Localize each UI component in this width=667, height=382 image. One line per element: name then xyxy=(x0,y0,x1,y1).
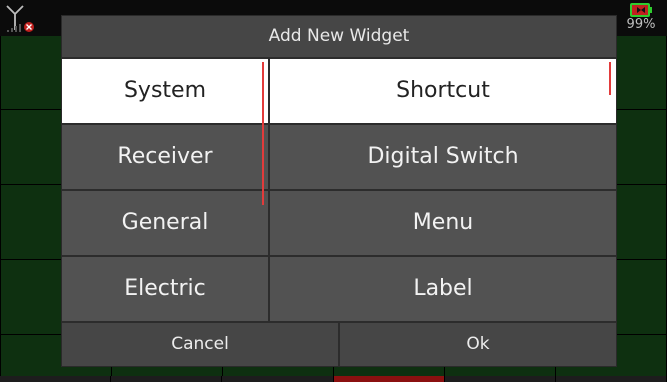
widget-scrollbar[interactable] xyxy=(609,62,611,95)
category-item-receiver[interactable]: Receiver xyxy=(62,125,270,189)
widget-row: General Menu xyxy=(62,189,616,255)
category-scrollbar[interactable] xyxy=(262,62,264,205)
dialog-footer: Cancel Ok xyxy=(62,321,616,366)
category-item-system[interactable]: System xyxy=(62,59,270,123)
category-item-electric[interactable]: Electric xyxy=(62,257,270,321)
home-screen-bottom-bar xyxy=(0,376,667,382)
category-item-general[interactable]: General xyxy=(62,191,270,255)
widget-item-menu[interactable]: Menu xyxy=(270,191,616,255)
battery-percent: 99% xyxy=(626,17,656,32)
ok-button[interactable]: Ok xyxy=(340,323,616,366)
cancel-button[interactable]: Cancel xyxy=(62,323,340,366)
dialog-title: Add New Widget xyxy=(62,16,616,57)
widget-row: Receiver Digital Switch xyxy=(62,123,616,189)
battery-indicator: 99% xyxy=(621,3,661,33)
widget-row: System Shortcut xyxy=(62,57,616,123)
add-widget-dialog: Add New Widget System Shortcut Receiver … xyxy=(62,16,616,366)
widget-item-label[interactable]: Label xyxy=(270,257,616,321)
widget-item-digital-switch[interactable]: Digital Switch xyxy=(270,125,616,189)
battery-icon xyxy=(630,3,652,17)
signal-antenna-icon xyxy=(6,5,34,32)
widget-item-shortcut[interactable]: Shortcut xyxy=(270,59,616,123)
widget-row: Electric Label xyxy=(62,255,616,321)
